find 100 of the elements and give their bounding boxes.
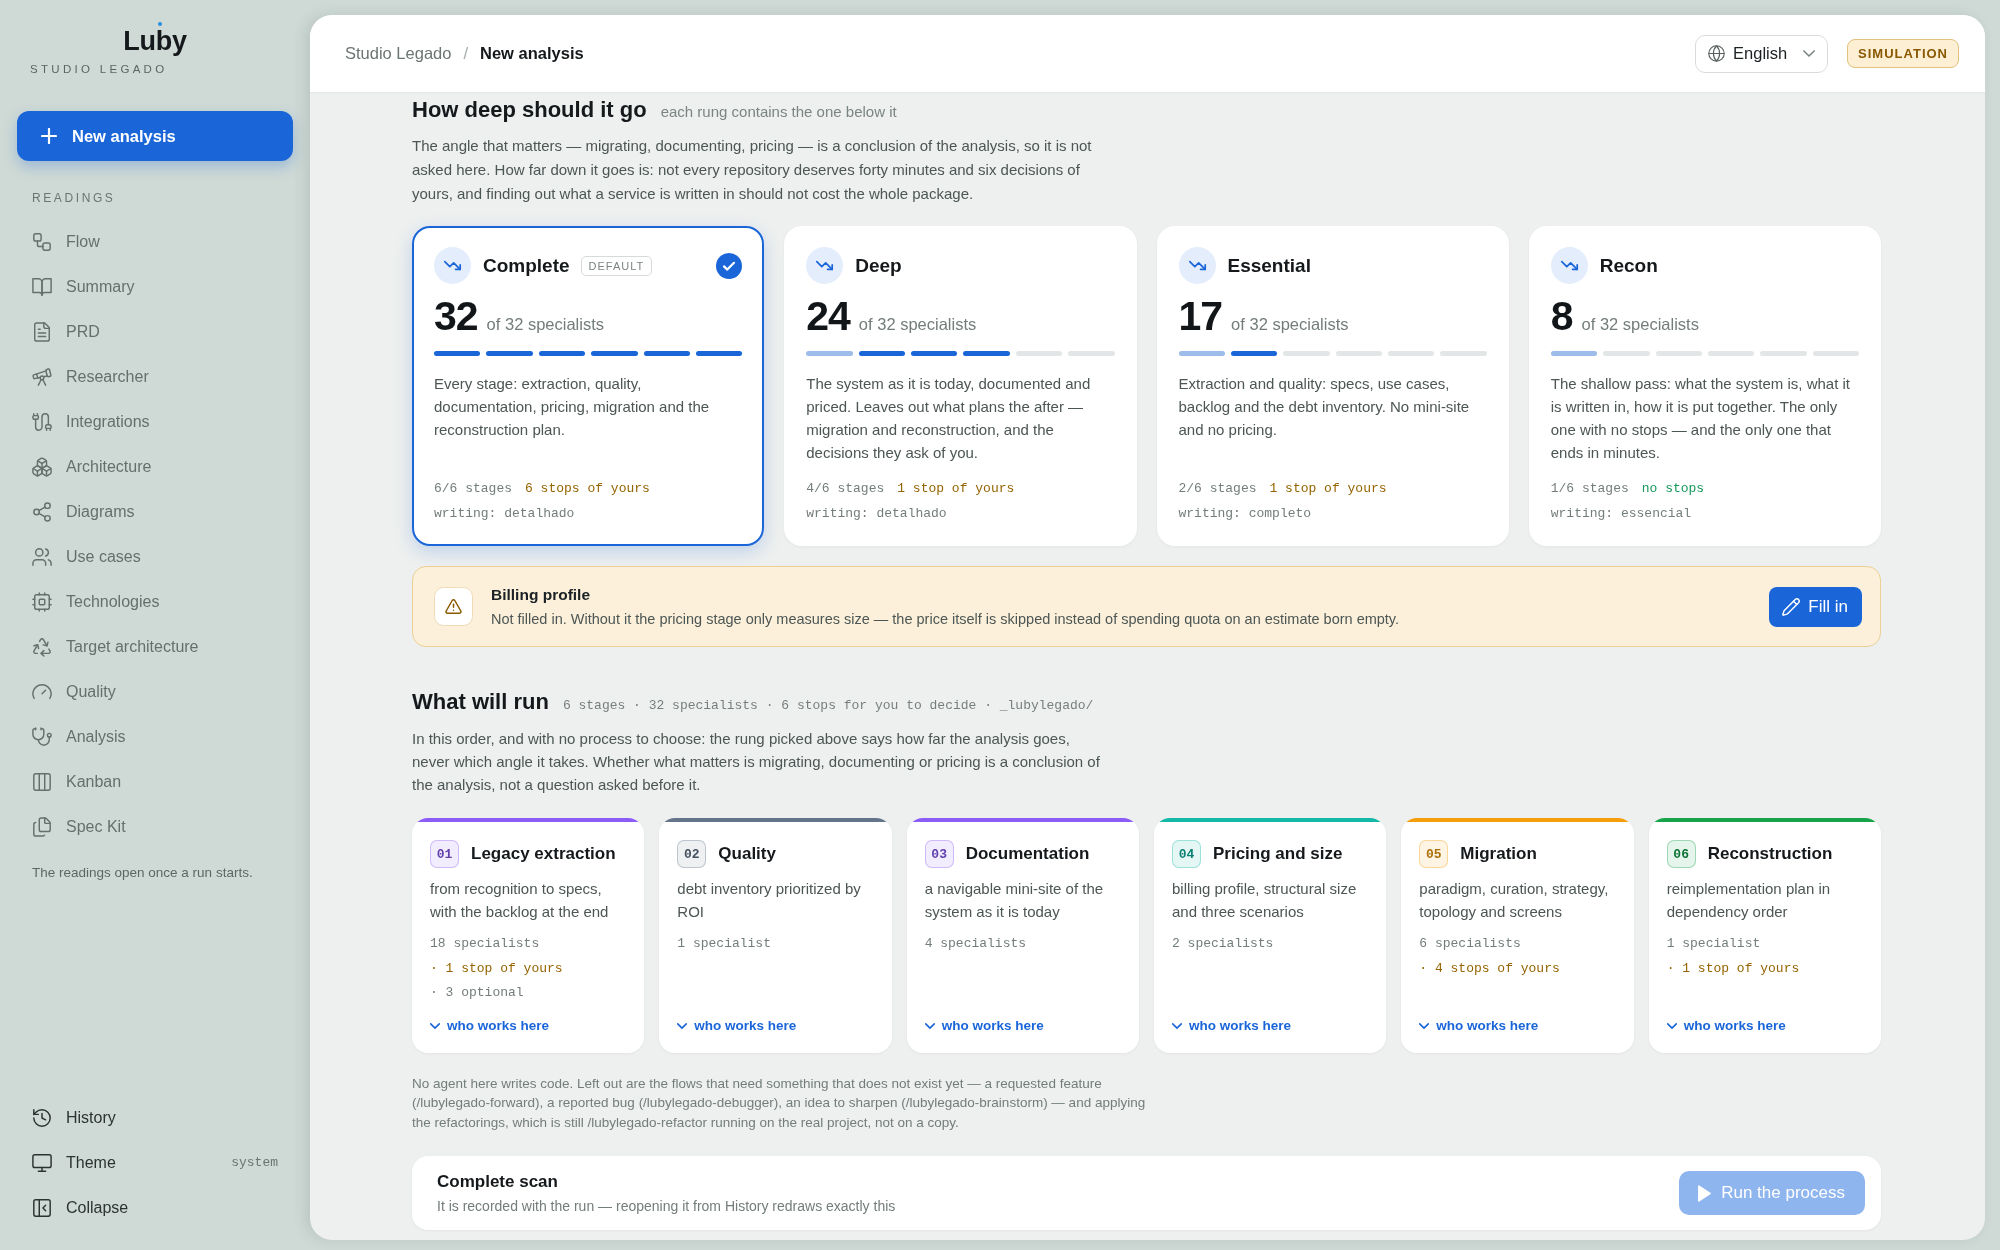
stage-title: Migration: [1460, 844, 1537, 864]
sidebar-note: The readings open once a run starts.: [32, 864, 253, 882]
who-works-here-link[interactable]: who works here: [677, 1016, 797, 1035]
trend-down-icon: [1550, 247, 1588, 284]
stage-description: a navigable mini-site of the system as it is today: [924, 879, 1105, 922]
sidebar-item[interactable]: History: [17, 1095, 293, 1140]
globe-icon: [1708, 45, 1726, 62]
progress-segment: [1335, 351, 1382, 356]
chevron-down-icon: [677, 1022, 688, 1029]
progress-segment: [1760, 351, 1807, 356]
progress-segment: [1015, 351, 1063, 356]
stage-number: 01: [430, 840, 459, 868]
sidebar-item[interactable]: Collapse: [17, 1185, 293, 1230]
progress-segment: [806, 351, 853, 356]
progress-segment: [1707, 351, 1755, 356]
breadcrumb-link[interactable]: Studio Legado: [345, 44, 452, 63]
stops-count: 1 stop of yours: [897, 480, 1015, 498]
option-description: Every stage: extraction, quality, documentation, pricing, migration and the reconstruction plan.: [434, 374, 711, 440]
check-icon: [716, 252, 743, 279]
flowchart-icon: [32, 231, 52, 252]
mode-badge: SIMULATION: [1847, 39, 1959, 68]
users-icon: [32, 546, 52, 567]
stage-description: reimplementation plan in dependency order: [1666, 879, 1832, 922]
share-icon: [32, 501, 52, 522]
stage-title: Legacy extraction: [471, 844, 616, 864]
who-works-here-link[interactable]: who works here: [1419, 1016, 1539, 1035]
stage-number: 02: [677, 840, 707, 868]
stage-description: debt inventory prioritized by ROI: [677, 879, 862, 922]
specialist-total: of 32 specialists: [1231, 315, 1349, 334]
book-icon: [32, 276, 52, 297]
columns-icon: [32, 771, 52, 792]
warning-icon: [434, 587, 473, 626]
who-works-here-link[interactable]: who works here: [430, 1016, 550, 1035]
fill-in-button[interactable]: Fill in: [1769, 586, 1862, 627]
cubes-icon: [32, 456, 52, 477]
breadcrumb-current: New analysis: [480, 44, 584, 63]
document-icon: [32, 321, 52, 342]
stage-title: Quality: [718, 844, 776, 864]
progress-segment: [911, 351, 958, 356]
trend-down-icon: [806, 247, 844, 284]
who-works-here-link[interactable]: who works here: [1172, 1016, 1291, 1035]
stage-title: Documentation: [965, 844, 1090, 864]
breadcrumb-separator: /: [463, 44, 469, 63]
section-subtitle: each rung contains the one below it: [660, 103, 897, 120]
depth-option-card[interactable]: [1528, 226, 1881, 546]
specialist-count: 17: [1178, 295, 1223, 337]
gauge-icon: [32, 681, 52, 702]
specialist-count: 8: [1550, 295, 1573, 337]
option-title: Essential: [1227, 254, 1311, 277]
chevron-down-icon: [1172, 1022, 1182, 1029]
progress-segment: [1068, 351, 1115, 356]
default-tag: DEFAULT: [580, 255, 653, 276]
trend-down-icon: [1178, 247, 1216, 284]
progress-segment: [434, 351, 481, 356]
play-icon: [1697, 1184, 1712, 1202]
section-title: How deep should it go: [412, 96, 647, 124]
trend-down-icon: [434, 247, 471, 284]
telescope-icon: [32, 366, 52, 387]
stage-description: billing profile, structural size and three scenarios: [1172, 879, 1358, 922]
option-description: The system as it is today, documented and priced. Leaves out what plans the after — migration and reconstruction, and the decisions they ask of you.: [806, 374, 1092, 463]
progress-segment: [591, 351, 638, 356]
stage-detail: 4 specialists: [924, 935, 1027, 953]
sidebar-item[interactable]: Theme system: [17, 1140, 293, 1185]
progress-segment: [1283, 351, 1330, 356]
progress-segment: [1178, 351, 1225, 356]
language-select[interactable]: English: [1695, 34, 1829, 73]
option-description: The shallow pass: what the system is, what it is written in, how it is put together. The only one with no stops — and the only one that ends in minutes.: [1550, 374, 1852, 463]
writing-mode: writing: detalhado: [434, 505, 575, 523]
chevron-down-icon: [430, 1022, 440, 1029]
stage-number: 04: [1172, 840, 1201, 868]
stage-title: Reconstruction: [1707, 844, 1833, 864]
depth-option-card[interactable]: Essential 17 of 32 specialists Extraction and quality: specs, use cases, backlog and the debt inventory. No mini-site and no pricing. 2/6 stages 1 stop of yours writing: completo: [1156, 226, 1509, 546]
new-analysis-button[interactable]: New analysis: [17, 111, 293, 161]
chevron-down-icon: [924, 1022, 935, 1029]
stage-count: 6/6 stages: [434, 480, 512, 498]
who-works-here-link[interactable]: who works here: [924, 1016, 1044, 1035]
progress-segment: [1655, 351, 1702, 356]
stage-number: 06: [1666, 840, 1696, 868]
who-works-here-link[interactable]: who works here: [1666, 1016, 1786, 1035]
plus-icon: [41, 128, 57, 144]
billing-title: Billing profile: [491, 584, 591, 605]
depth-option-card[interactable]: [784, 226, 1137, 546]
stops-count: 6 stops of yours: [525, 480, 650, 498]
depth-option-card[interactable]: Complete DEFAULT 32 of 32 specialists Every stage: extraction, quality, documentation, pricing, migration and the reconstruction plan. 6/6 stages 6 stops of yours writing: detalhado: [412, 226, 765, 546]
progress-segment: [1603, 351, 1650, 356]
progress-segment: [695, 351, 743, 356]
section-label: READINGS: [32, 191, 116, 205]
specialist-total: of 32 specialists: [486, 315, 604, 334]
section-meta: 6 stages · 32 specialists · 6 stops for you to decide · _lubylegado/: [562, 698, 1094, 713]
specialist-total: of 32 specialists: [858, 315, 977, 334]
chip-icon: [32, 591, 52, 612]
specialist-total: of 32 specialists: [1581, 315, 1699, 334]
option-description: Extraction and quality: specs, use cases, backlog and the debt inventory. No mini-site and no pricing.: [1178, 374, 1471, 440]
stage-count: 1/6 stages: [1550, 480, 1629, 498]
recycle-icon: [32, 636, 52, 657]
writing-mode: writing: completo: [1178, 505, 1312, 523]
stage-detail: · 4 stops of yours: [1419, 959, 1560, 978]
scan-title: Complete scan: [437, 1171, 558, 1193]
logo: Luby: [123, 26, 187, 56]
progress-segment: [538, 351, 586, 356]
